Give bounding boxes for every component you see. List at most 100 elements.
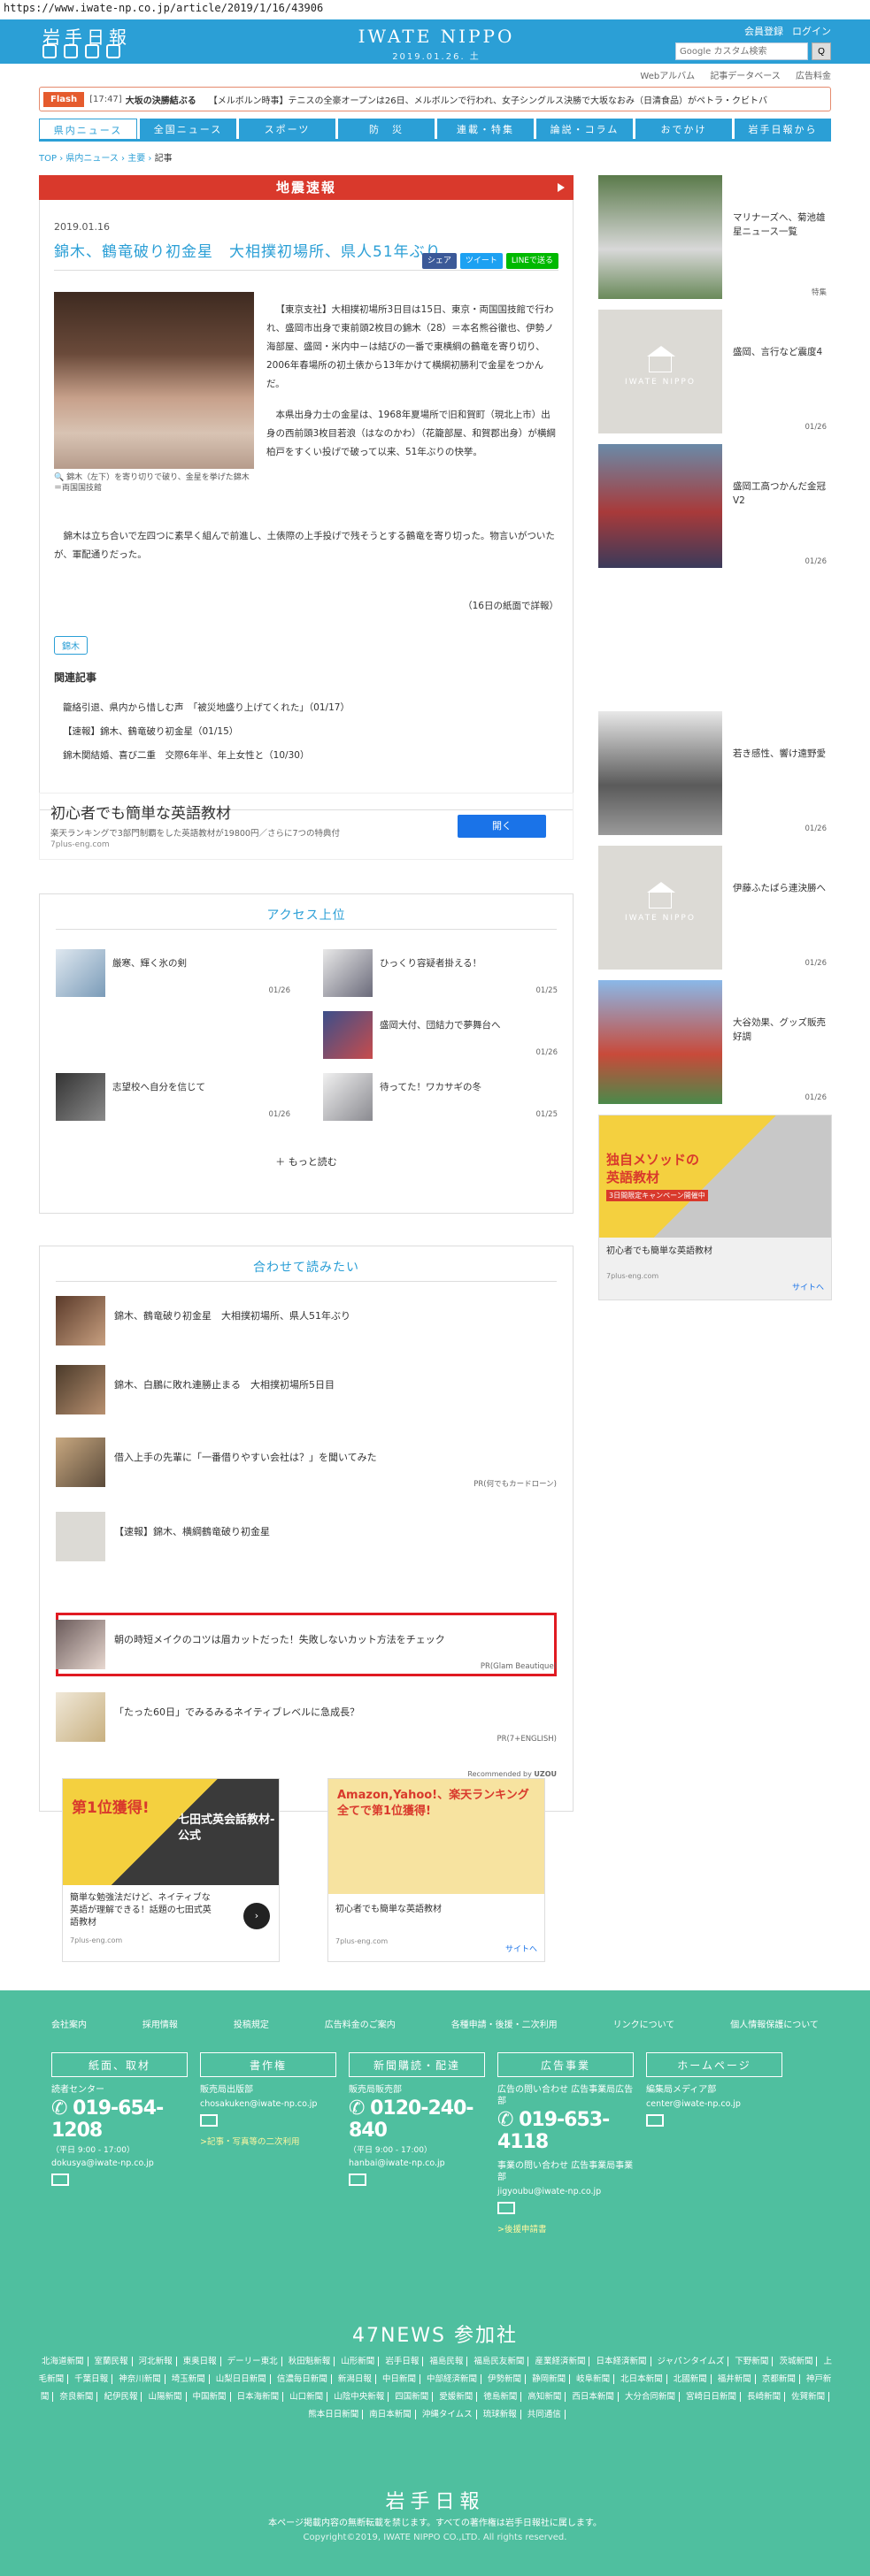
footer-link[interactable]: リンクについて	[613, 2017, 675, 2030]
login-link[interactable]: ログイン	[792, 24, 831, 38]
recommend-item[interactable]: 朝の時短メイクのコツは眉カットだった！失敗しないカット方法をチェック PR(Gl…	[56, 1616, 557, 1675]
facebook-share-button[interactable]: シェア	[421, 253, 457, 269]
news47-paper-link[interactable]: 四国新聞	[391, 2392, 434, 2402]
footer-extra-link[interactable]: >後援申請書	[497, 2222, 634, 2235]
footer-col-head[interactable]: 紙面、取材	[51, 2052, 188, 2077]
news47-paper-link[interactable]: 京都新聞	[758, 2374, 800, 2384]
news47-paper-link[interactable]: 山口新聞	[286, 2392, 328, 2402]
news47-paper-link[interactable]: 山陽新聞	[144, 2392, 187, 2402]
phone-number[interactable]: ✆ 019-654-1208	[51, 2097, 188, 2142]
news47-paper-link[interactable]: 室蘭民報	[90, 2357, 133, 2366]
sidebar-card[interactable]: IWATE NIPPO 伊藤ふたばら連決勝へ 01/26	[598, 846, 832, 977]
news47-paper-link[interactable]: 北海道新聞	[37, 2357, 89, 2366]
recommended-by[interactable]: Recommended by UZOU	[467, 1770, 557, 1778]
footer-logo[interactable]: 岩手日報	[0, 2486, 870, 2514]
bottom-ad-right[interactable]: Amazon,Yahoo!、楽天ランキング全てで第1位獲得! 初心者でも簡単な英…	[327, 1778, 545, 1962]
news47-paper-link[interactable]: 佐賀新聞	[788, 2392, 830, 2402]
sidebar-ad[interactable]: 独自メソッドの英語教材 3日間限定キャンペーン開催中 初心者でも簡単な英語教材 …	[598, 1115, 832, 1300]
news47-paper-link[interactable]: 東奥日報	[179, 2357, 221, 2366]
news47-paper-link[interactable]: 宮崎日日新聞	[682, 2392, 742, 2402]
recommend-item[interactable]: 【速報】錦木、横綱鶴竜破り初金星	[56, 1508, 557, 1567]
footer-link[interactable]: 各種申請・後援・二次利用	[451, 2017, 558, 2030]
news47-paper-link[interactable]: 静岡新聞	[528, 2374, 571, 2384]
news47-paper-link[interactable]: ジャパンタイムズ	[653, 2357, 729, 2366]
breadcrumb-main[interactable]: 主要	[127, 154, 145, 164]
nav-features[interactable]: 連載・特集	[437, 119, 534, 139]
recommend-item[interactable]: 錦木、白鵬に敗れ連勝止まる 大相撲初場所5日目	[56, 1361, 557, 1420]
news47-paper-link[interactable]: 愛媛新聞	[435, 2392, 478, 2402]
breadcrumb-top[interactable]: TOP	[39, 154, 57, 164]
ranking-item[interactable]: 盛岡大付、団結力で夢舞台へ 01/26	[323, 1011, 558, 1059]
sublink-album[interactable]: Webアルバム	[640, 72, 695, 81]
breadcrumb-local[interactable]: 県内ニュース	[65, 154, 119, 164]
sidebar-card[interactable]: 若き感性、響け遠野愛 01/26	[598, 711, 832, 842]
footer-mail[interactable]: jigyoubu@iwate-np.co.jp	[497, 2187, 634, 2196]
news47-paper-link[interactable]: 北日本新聞	[617, 2374, 667, 2384]
news47-paper-link[interactable]: 信濃毎日新聞	[273, 2374, 332, 2384]
news47-paper-link[interactable]: 岐阜新聞	[573, 2374, 615, 2384]
news47-paper-link[interactable]: 日本経済新聞	[592, 2357, 651, 2366]
footer-link[interactable]: 投稿規定	[234, 2017, 269, 2030]
news47-paper-link[interactable]: 山形新聞	[337, 2357, 380, 2366]
sidebar-card[interactable]: 大谷効果、グッズ販売好調 01/26	[598, 980, 832, 1111]
sublink-adrates[interactable]: 広告料金	[796, 72, 831, 81]
tweet-button[interactable]: ツイート	[459, 253, 503, 269]
nav-editorial[interactable]: 論説・コラム	[536, 119, 633, 139]
news47-paper-link[interactable]: 奈良新聞	[56, 2392, 98, 2402]
news47-paper-link[interactable]: 埼玉新聞	[167, 2374, 210, 2384]
news47-paper-link[interactable]: 神奈川新聞	[115, 2374, 166, 2384]
news47-paper-link[interactable]: デーリー東北	[223, 2357, 282, 2366]
news47-paper-link[interactable]: 琉球新報	[479, 2410, 521, 2419]
zoom-icon[interactable]: 🔍	[54, 473, 64, 482]
news47-paper-link[interactable]: 下野新聞	[731, 2357, 774, 2366]
twitter-icon[interactable]	[42, 44, 57, 58]
footer-col-head[interactable]: 新聞購読・配達	[349, 2052, 485, 2077]
recommend-item[interactable]: 「たった60日」でみるみるネイティブレベルに急成長？ PR(7+ENGLISH)	[56, 1689, 557, 1747]
recommend-item[interactable]: 錦木、鶴竜破り初金星 大相撲初場所、県人51年ぶり	[56, 1292, 557, 1351]
news47-paper-link[interactable]: 産業経済新聞	[531, 2357, 590, 2366]
footer-col-head[interactable]: ホームページ	[646, 2052, 782, 2077]
footer-extra-link[interactable]: >記事・写真等の二次利用	[200, 2135, 336, 2147]
related-item[interactable]: 籠絡引退、県内から惜しむ声 「被災地盛り上げてくれた」（01/17）	[54, 695, 560, 719]
article-photo[interactable]	[54, 292, 254, 469]
recommend-item[interactable]: 借入上手の先輩に「一番借りやすい会社は？」を聞いてみた PR(何でもカードローン…	[56, 1434, 557, 1492]
news47-paper-link[interactable]: 河北新報	[135, 2357, 177, 2366]
footer-mail[interactable]: center@iwate-np.co.jp	[646, 2099, 782, 2109]
news47-paper-link[interactable]: 福島民報	[426, 2357, 468, 2366]
news47-paper-link[interactable]: 西日本新聞	[568, 2392, 619, 2402]
mail-icon[interactable]	[200, 2114, 218, 2127]
news47-paper-link[interactable]: 日本海新聞	[233, 2392, 284, 2402]
nav-local-news[interactable]: 県内ニュース	[39, 119, 137, 139]
mail-icon[interactable]	[646, 2114, 664, 2127]
sublink-database[interactable]: 記事データベース	[710, 72, 781, 81]
phone-number[interactable]: ✆ 0120-240-840	[349, 2097, 485, 2142]
footer-col-head[interactable]: 広告事業	[497, 2052, 634, 2077]
news47-paper-link[interactable]: 伊勢新聞	[484, 2374, 527, 2384]
sidebar-card[interactable]: IWATE NIPPO 盛岡、言行など震度4 01/26	[598, 310, 832, 441]
quake-banner[interactable]: 地震速報	[39, 175, 574, 200]
flash-headline[interactable]: 大坂の決勝結ぶる	[126, 93, 196, 106]
nav-disaster[interactable]: 防 災	[338, 119, 435, 139]
news47-paper-link[interactable]: 熊本日日新聞	[304, 2410, 364, 2419]
footer-mail[interactable]: dokusya@iwate-np.co.jp	[51, 2158, 188, 2168]
sidebar-card[interactable]: マリナーズへ、菊池雄星ニュース一覧 特集	[598, 175, 832, 306]
news47-paper-link[interactable]: 岩手日報	[381, 2357, 424, 2366]
member-register-link[interactable]: 会員登録	[744, 24, 783, 38]
line-share-button[interactable]: LINEで送る	[505, 253, 558, 269]
news47-paper-link[interactable]: 福島民友新聞	[470, 2357, 529, 2366]
footer-link[interactable]: 広告料金のご案内	[325, 2017, 396, 2030]
instagram-icon[interactable]	[85, 44, 99, 58]
nav-from-nippo[interactable]: 岩手日報から	[735, 119, 831, 139]
news47-paper-link[interactable]: 福井新聞	[713, 2374, 756, 2384]
mail-icon[interactable]	[51, 2174, 69, 2186]
news47-paper-link[interactable]: 高知新聞	[524, 2392, 566, 2402]
sidebar-card[interactable]: 盛岡工高つかんだ金冠V2 01/26	[598, 444, 832, 575]
flash-news-bar[interactable]: Flash [17:47] 大坂の決勝結ぶる 【メルボルン時事】テニスの全豪オー…	[39, 87, 831, 111]
ranking-item[interactable]: 志望校へ自分を信じて 01/26	[56, 1073, 290, 1121]
news47-paper-link[interactable]: 中国新聞	[189, 2392, 231, 2402]
ad-open-button[interactable]: 開く	[458, 815, 546, 838]
address-bar[interactable]: https://www.iwate-np.co.jp/article/2019/…	[0, 0, 870, 19]
news47-paper-link[interactable]: 北國新聞	[669, 2374, 712, 2384]
footer-link[interactable]: 個人情報保護について	[730, 2017, 819, 2030]
ranking-item[interactable]: 待ってた！ワカサギの冬 01/25	[323, 1073, 558, 1121]
